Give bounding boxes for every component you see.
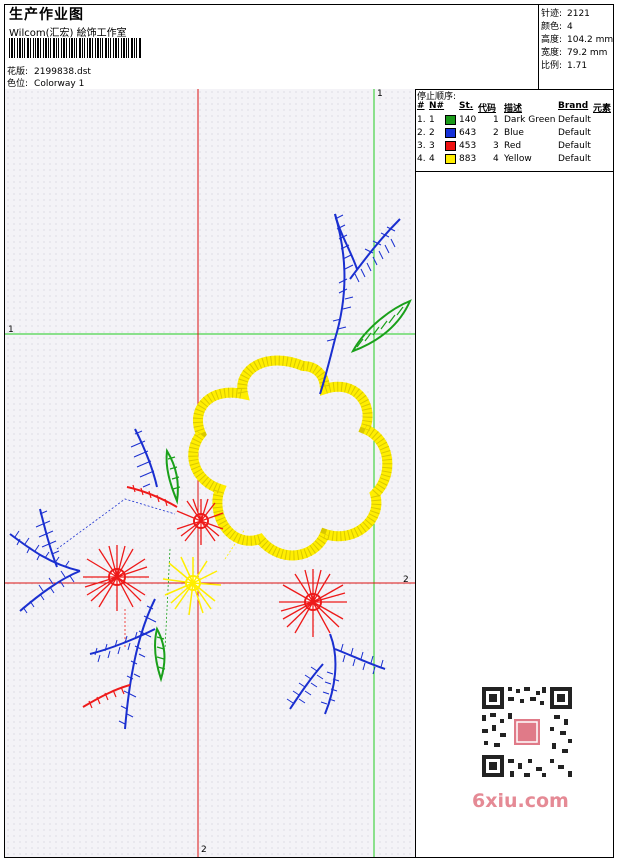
stop-row: 3. 3 453 3 Red Default bbox=[417, 141, 591, 151]
stat-scale: 比例: 1.71 bbox=[541, 61, 588, 71]
stat-height: 高度: 104.2 mm bbox=[541, 35, 614, 45]
colorway-value: Colorway 1 bbox=[34, 79, 85, 89]
watermark: 6xiu.com bbox=[468, 680, 584, 812]
qr-code-image bbox=[478, 683, 576, 781]
barcode-image bbox=[9, 38, 141, 58]
red-flower-3 bbox=[279, 569, 347, 637]
col-header-element: 元素 bbox=[593, 104, 612, 114]
red-guide-label-bottom: 2 bbox=[201, 845, 207, 855]
green-guide-label-left: 1 bbox=[8, 325, 14, 335]
stat-width: 宽度: 79.2 mm bbox=[541, 48, 608, 58]
col-header-stitches: St. bbox=[459, 101, 474, 111]
color-swatch bbox=[445, 141, 456, 151]
design-stats-panel: 针迹: 2121 颜色: 4 高度: 104.2 mm 宽度: 79.2 mm 比例: 1… bbox=[538, 5, 614, 89]
red-guide-label-right: 2 bbox=[403, 575, 409, 585]
col-header-brand: Brand bbox=[558, 101, 589, 111]
embroidery-design bbox=[5, 89, 415, 857]
stop-row: 1. 1 140 1 Dark Green Default bbox=[417, 115, 591, 125]
worksheet-header: 生产作业图 Wilcom(汇宏) 絵饰工作室 花版: 2199838.dst 色… bbox=[5, 5, 613, 90]
watermark-text: 6xiu.com bbox=[472, 790, 569, 812]
stat-colors: 颜色: 4 bbox=[541, 22, 573, 32]
stop-sequence-panel: 停止顺序: # N# St. 代码 描述 Brand 元素 1. 1 140 1… bbox=[415, 89, 613, 172]
colorway-line: 色位: Colorway 1 bbox=[7, 76, 84, 89]
color-swatch bbox=[445, 154, 456, 164]
col-header-code: 代码 bbox=[478, 104, 497, 114]
red-flower-2 bbox=[83, 545, 149, 611]
page-title: 生产作业图 bbox=[9, 7, 84, 23]
col-header-description: 描述 bbox=[504, 104, 523, 114]
color-swatch bbox=[445, 115, 456, 125]
yellow-small-flower bbox=[162, 556, 222, 616]
stop-row: 4. 4 883 4 Yellow Default bbox=[417, 154, 591, 164]
yellow-flower bbox=[188, 355, 393, 561]
col-header-no: N# bbox=[429, 101, 445, 111]
color-swatch bbox=[445, 128, 456, 138]
company-name: Wilcom(汇宏) 絵饰工作室 bbox=[9, 28, 127, 39]
design-canvas: 1 1 2 2 bbox=[5, 89, 416, 857]
colorway-label: 色位: bbox=[7, 79, 29, 89]
green-guide-label-top: 1 bbox=[377, 89, 383, 99]
blue-leaf-stitches bbox=[14, 214, 396, 725]
stat-stitches: 针迹: 2121 bbox=[541, 9, 590, 19]
stop-row: 2. 2 643 2 Blue Default bbox=[417, 128, 591, 138]
col-header-hash: # bbox=[417, 101, 425, 111]
